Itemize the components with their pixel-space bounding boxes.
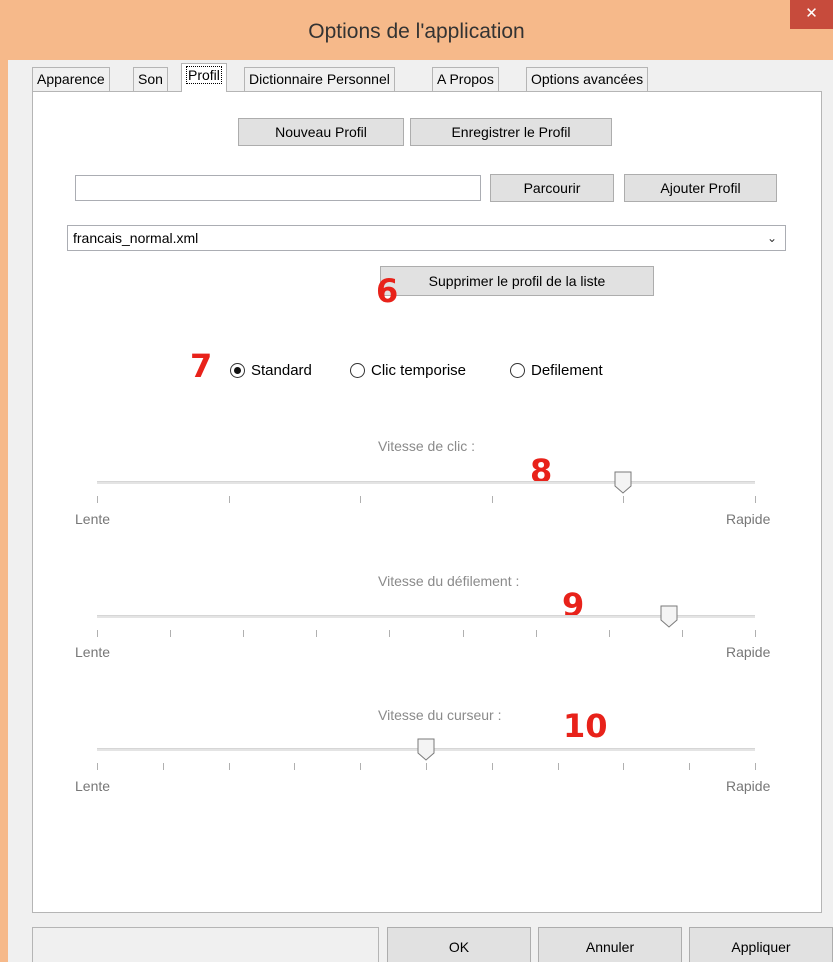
callout-8: 8 [530, 452, 553, 490]
click-speed-max-label: Rapide [726, 511, 771, 527]
radio-label: Defilement [531, 362, 603, 379]
slider-tick [228, 763, 230, 770]
slider-tick [623, 763, 625, 770]
radio-indicator [350, 363, 365, 378]
tab-a-propos[interactable]: A Propos [432, 67, 499, 91]
tab-label: Son [138, 71, 163, 87]
profile-select[interactable]: francais_normal.xml ⌄ [67, 225, 786, 251]
cursor-speed-min-label: Lente [75, 778, 111, 794]
cursor-speed-label: Vitesse du curseur : [378, 707, 502, 723]
tab-son[interactable]: Son [133, 67, 168, 91]
slider-tick [243, 630, 245, 637]
tab-apparence[interactable]: Apparence [32, 67, 110, 91]
radio-indicator [510, 363, 525, 378]
tab-label: Options avancées [531, 71, 644, 87]
radio-label: Standard [251, 362, 312, 379]
tab-label: Dictionnaire Personnel [249, 71, 390, 87]
callout-10: 10 [563, 707, 608, 745]
profile-path-input[interactable] [75, 175, 481, 201]
radio-indicator [230, 363, 245, 378]
save-profile-button[interactable]: Enregistrer le Profil [410, 118, 612, 146]
ok-button[interactable]: OK [387, 927, 531, 962]
new-profile-button[interactable]: Nouveau Profil [238, 118, 404, 146]
cancel-button[interactable]: Annuler [538, 927, 682, 962]
callout-6: 6 [376, 272, 399, 310]
slider-tick [491, 496, 493, 503]
tab-profil[interactable]: Profil [181, 63, 227, 92]
profil-tab-panel: Nouveau Profil Enregistrer le Profil Par… [32, 91, 822, 913]
slider-tick [97, 763, 98, 770]
slider-tick [755, 630, 756, 637]
scroll-speed-label: Vitesse du défilement : [378, 573, 520, 589]
slider-track[interactable] [97, 615, 755, 618]
slider-tick [608, 630, 610, 637]
slider-tick [557, 763, 559, 770]
slider-tick [426, 763, 427, 770]
slider-tick [360, 763, 362, 770]
slider-track[interactable] [97, 481, 755, 484]
radio-standard[interactable]: Standard [230, 362, 312, 379]
slider-tick [97, 496, 98, 503]
slider-tick [491, 763, 493, 770]
radio-label: Clic temporise [371, 362, 467, 379]
window-title: Options de l'application [308, 20, 525, 43]
slider-tick [360, 496, 362, 503]
slider-tick [170, 630, 172, 637]
scroll-speed-min-label: Lente [75, 644, 111, 660]
tab-label: Apparence [37, 71, 105, 87]
tab-dictionnaire-personnel[interactable]: Dictionnaire Personnel [244, 67, 395, 91]
click-speed-min-label: Lente [75, 511, 111, 527]
slider-tick [97, 630, 98, 637]
tab-label: Profil [186, 66, 222, 84]
title-bar[interactable]: Options de l'application ✕ [0, 0, 833, 60]
callout-9: 9 [562, 586, 585, 624]
add-profile-button[interactable]: Ajouter Profil [624, 174, 777, 202]
slider-tick [755, 496, 756, 503]
slider-thumb[interactable] [660, 605, 678, 628]
apply-button[interactable]: Appliquer [689, 927, 833, 962]
slider-thumb[interactable] [417, 738, 435, 761]
slider-tick [623, 496, 625, 503]
close-button[interactable]: ✕ [790, 0, 833, 29]
radio-defilement[interactable]: Defilement [510, 362, 603, 379]
status-field [32, 927, 379, 962]
slider-tick [681, 630, 683, 637]
cursor-speed-max-label: Rapide [726, 778, 771, 794]
radio-clic-temporise[interactable]: Clic temporise [350, 362, 466, 379]
slider-tick [162, 763, 164, 770]
slider-tick [389, 630, 391, 637]
slider-thumb[interactable] [614, 471, 632, 494]
dialog-client-area: Apparence Son Profil Dictionnaire Person… [8, 60, 833, 962]
callout-7: 7 [190, 347, 213, 385]
slider-tick [755, 763, 756, 770]
profile-select-value: francais_normal.xml [73, 230, 199, 246]
slider-tick [462, 630, 464, 637]
slider-tick [228, 496, 230, 503]
options-dialog: Options de l'application ✕ Apparence Son… [0, 0, 833, 962]
chevron-down-icon: ⌄ [766, 231, 777, 245]
slider-tick [535, 630, 537, 637]
scroll-speed-max-label: Rapide [726, 644, 771, 660]
browse-button[interactable]: Parcourir [490, 174, 614, 202]
remove-profile-button[interactable]: Supprimer le profil de la liste [380, 266, 654, 296]
tab-label: A Propos [437, 71, 494, 87]
slider-tick [316, 630, 318, 637]
slider-tick [294, 763, 296, 770]
tab-options-avancees[interactable]: Options avancées [526, 67, 649, 91]
click-speed-label: Vitesse de clic : [378, 438, 476, 454]
close-icon: ✕ [805, 5, 818, 22]
slider-tick [689, 763, 691, 770]
